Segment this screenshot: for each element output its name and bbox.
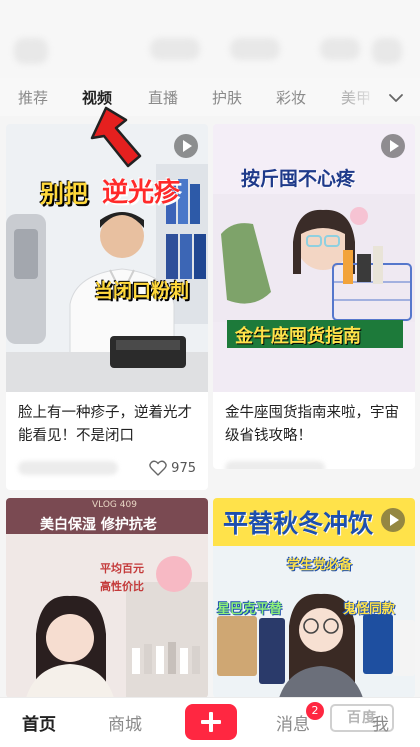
overlay-vlog: VLOG 409 — [92, 500, 137, 510]
feed-card[interactable]: VLOG 409 美白保湿 修护抗老 平均百元 高性价比 — [6, 498, 208, 698]
tab-makeup[interactable]: 彩妆 — [276, 87, 306, 109]
author-blurred[interactable] — [225, 461, 325, 469]
card-meta: 975 — [18, 457, 196, 479]
overlay-caption-1b: 逆光疹 — [102, 178, 181, 208]
explore-tab-blurred[interactable] — [230, 38, 280, 60]
nearby-tab-blurred[interactable] — [320, 38, 360, 60]
overlay-note-1: 平均百元 — [100, 562, 144, 575]
play-icon — [381, 134, 405, 158]
chevron-down-icon[interactable] — [386, 90, 406, 106]
play-icon — [381, 508, 405, 532]
tab-recommend[interactable]: 推荐 — [18, 87, 48, 109]
messages-badge: 2 — [306, 702, 324, 720]
overlay-caption-1a: 别把 — [40, 180, 88, 208]
menu-icon-blurred[interactable] — [14, 38, 48, 64]
card-title[interactable]: 脸上有一种疹子，逆着光才能看见！不是闭口 — [18, 402, 202, 448]
overlay-caption-2: 当闭口粉刺 — [94, 280, 190, 302]
card-meta — [225, 457, 403, 469]
video-thumbnail[interactable]: 按斤囤不心疼 金牛座囤货指南 — [213, 124, 415, 392]
play-icon — [174, 134, 198, 158]
card-title[interactable]: 金牛座囤货指南来啦，宇宙级省钱攻略！ — [225, 402, 409, 448]
overlay-note-2: 星巴克平替 — [217, 602, 283, 617]
follow-tab-blurred[interactable] — [150, 38, 200, 60]
heart-icon — [149, 460, 167, 476]
overlay-note-1: 学生党必备 — [287, 558, 353, 573]
post-button[interactable] — [185, 704, 237, 740]
like-count: 975 — [171, 460, 196, 476]
feed-card[interactable]: 按斤囤不心疼 金牛座囤货指南 金牛座囤货指南来啦，宇宙级省钱攻略！ — [213, 124, 415, 469]
author-blurred[interactable] — [18, 461, 118, 475]
overlay-caption-bottom: 金牛座囤货指南 — [235, 326, 361, 347]
overlay-caption-banner: 平替秋冬冲饮 — [223, 509, 374, 538]
tab-nails[interactable]: 美甲 — [341, 87, 371, 109]
nav-mall[interactable]: 商城 — [108, 710, 142, 735]
tab-skincare[interactable]: 护肤 — [212, 87, 242, 109]
like-button[interactable]: 975 — [149, 458, 196, 478]
feed-card[interactable]: 别把 逆光疹 当闭口粉刺 脸上有一种疹子，逆着光才能看见！不是闭口 975 — [6, 124, 208, 490]
feed-card[interactable]: 平替秋冬冲饮 学生党必备 星巴克平替 鬼怪同款 — [213, 498, 415, 698]
watermark-logo: 百度 — [330, 704, 394, 732]
video-thumbnail[interactable]: 平替秋冬冲饮 学生党必备 星巴克平替 鬼怪同款 — [213, 498, 415, 698]
category-tabs: 推荐 视频 直播 护肤 彩妆 美甲 — [0, 78, 420, 116]
overlay-caption-banner: 美白保湿 修护抗老 — [40, 517, 157, 533]
top-bar-blurred — [0, 0, 420, 78]
arrow-annotation-icon — [90, 106, 142, 168]
video-thumbnail[interactable]: VLOG 409 美白保湿 修护抗老 平均百元 高性价比 — [6, 498, 208, 698]
search-icon-blurred[interactable] — [372, 38, 402, 64]
overlay-note-3: 鬼怪同款 — [343, 602, 396, 617]
nav-messages[interactable]: 消息 — [276, 710, 310, 735]
nav-home[interactable]: 首页 — [22, 710, 56, 735]
overlay-caption-top: 按斤囤不心疼 — [241, 168, 356, 190]
overlay-note-2: 高性价比 — [100, 580, 144, 593]
